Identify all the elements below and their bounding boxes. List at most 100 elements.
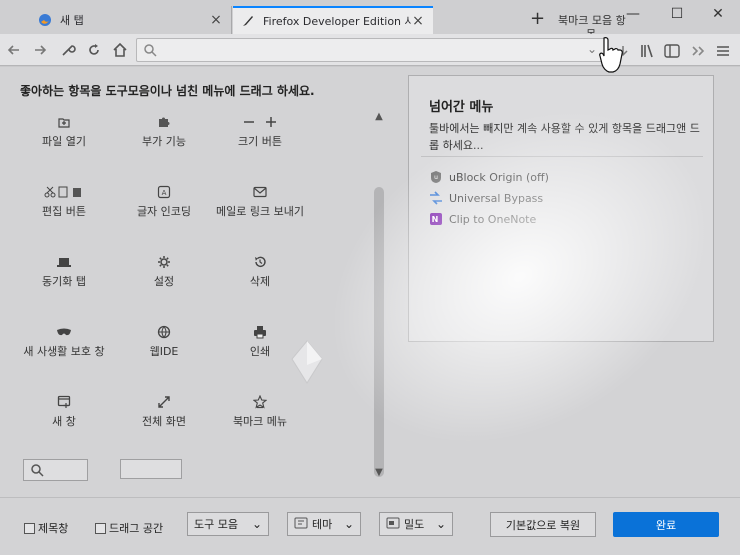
- wrench-icon[interactable]: [58, 40, 78, 60]
- palette-item-edit-controls[interactable]: 편집 버튼: [16, 183, 112, 219]
- restore-defaults-button[interactable]: 기본값으로 복원: [490, 512, 596, 537]
- palette-item-label: 설정: [153, 275, 175, 288]
- palette-item-synced-tabs[interactable]: 동기화 탭: [16, 253, 112, 289]
- forward-arrow-icon[interactable]: [30, 40, 50, 60]
- toolbars-dropdown[interactable]: 도구 모음 ⌄: [187, 512, 269, 536]
- mail-icon: [212, 183, 308, 201]
- onenote-icon: N: [429, 212, 443, 226]
- done-button[interactable]: 완료: [613, 512, 719, 537]
- close-window-icon[interactable]: ✕: [703, 6, 733, 22]
- palette-item-label: 새 사생활 보호 창: [23, 345, 105, 358]
- firefox-icon: [38, 13, 52, 27]
- overflow-chevron-icon[interactable]: [688, 41, 708, 61]
- overflow-divider: [421, 156, 703, 157]
- palette-item-new-window[interactable]: 새 창: [16, 393, 112, 429]
- svg-text:u: u: [434, 174, 438, 181]
- palette-item-flexible-space[interactable]: [120, 459, 182, 479]
- overflow-title: 넘어간 메뉴: [429, 100, 494, 115]
- search-icon: [143, 43, 157, 60]
- ublock-icon: u: [429, 170, 443, 184]
- titlebar-checkbox[interactable]: 제목창: [24, 520, 68, 536]
- address-bar[interactable]: ⌄: [136, 38, 606, 62]
- scroll-up-arrow-icon[interactable]: ▲: [372, 111, 386, 122]
- sidebar-icon[interactable]: [662, 41, 682, 61]
- library-icon[interactable]: [638, 41, 658, 61]
- svg-text:N: N: [432, 215, 439, 224]
- hamburger-menu-icon[interactable]: [713, 41, 733, 61]
- puzzle-icon: [116, 113, 212, 131]
- scrollbar-thumb[interactable]: [374, 187, 384, 477]
- palette-item-addons[interactable]: 부가 기능: [116, 113, 212, 149]
- palette-item-label: 파일 열기: [42, 135, 86, 148]
- palette-item-forget[interactable]: 삭제: [212, 253, 308, 289]
- customize-page: 좋아하는 항목을 도구모음이나 넘친 메뉴에 드래그 하세요. 파일 열기 부가…: [0, 0, 740, 555]
- new-tab-button[interactable]: +: [530, 8, 545, 29]
- overflow-item-onenote[interactable]: N Clip to OneNote: [429, 210, 536, 228]
- palette-item-bookmarks-menu[interactable]: 북마크 메뉴: [212, 393, 308, 429]
- download-arrow-icon[interactable]: [613, 41, 633, 61]
- webide-icon: [116, 323, 212, 341]
- edit-controls-icon: [16, 183, 112, 201]
- bypass-icon: [429, 191, 443, 205]
- gear-icon: [116, 253, 212, 271]
- back-arrow-icon[interactable]: [4, 40, 24, 60]
- overflow-item-universal-bypass[interactable]: Universal Bypass: [429, 189, 543, 207]
- palette-item-webide[interactable]: 웹IDE: [116, 323, 212, 359]
- customization-palette: 파일 열기 부가 기능 크기 버튼 편집 버튼 A 글자 인코딩 메일로 링크 …: [10, 107, 362, 483]
- density-label: 밀도: [404, 518, 425, 531]
- minimize-icon[interactable]: —: [618, 6, 648, 22]
- close-tab-icon[interactable]: ×: [411, 13, 425, 29]
- overflow-menu-panel: 넘어간 메뉴 툴바에서는 빼지만 계속 사용할 수 있게 항목을 드래그앤 드롭…: [408, 75, 714, 342]
- palette-item-label: 북마크 메뉴: [232, 415, 288, 428]
- palette-item-text-encoding[interactable]: A 글자 인코딩: [116, 183, 212, 219]
- checkbox-box[interactable]: [24, 522, 35, 534]
- tab-label: Firefox Developer Edition 사용: [263, 15, 411, 28]
- palette-item-label: 글자 인코딩: [136, 205, 192, 218]
- palette-item-label: 새 창: [52, 415, 76, 428]
- reload-icon[interactable]: [84, 40, 104, 60]
- synced-tabs-icon: [16, 253, 112, 271]
- scroll-down-arrow-icon[interactable]: ▼: [372, 467, 386, 478]
- palette-item-fullscreen[interactable]: 전체 화면: [116, 393, 212, 429]
- density-dropdown[interactable]: 밀도 ⌄: [379, 512, 453, 536]
- close-tab-icon[interactable]: ×: [209, 12, 223, 28]
- customize-footer: 제목창 드래그 공간 도구 모음 ⌄ 테마 ⌄ 밀도 ⌄ 기본값으로 복원 완료: [0, 497, 740, 555]
- toolbars-label: 도구 모음: [194, 518, 238, 531]
- overflow-item-label: Clip to OneNote: [449, 212, 537, 226]
- chevron-down-icon: ⌄: [435, 517, 446, 531]
- print-icon: [212, 323, 308, 341]
- themes-label: 테마: [312, 518, 333, 531]
- palette-item-preferences[interactable]: 설정: [116, 253, 212, 289]
- tab-new-tab[interactable]: 새 탭 ×: [30, 6, 232, 34]
- tab-developer-edition[interactable]: Firefox Developer Edition 사용 ×: [233, 6, 433, 34]
- chevron-down-icon: ⌄: [343, 517, 354, 531]
- home-icon[interactable]: [110, 40, 130, 60]
- palette-item-search[interactable]: [23, 459, 88, 481]
- maximize-icon[interactable]: ☐: [662, 6, 692, 22]
- titlebar-label: 제목창: [38, 522, 69, 535]
- palette-item-print[interactable]: 인쇄: [212, 323, 308, 359]
- chevron-down-icon[interactable]: ⌄: [587, 42, 597, 56]
- palette-item-label: 삭제: [249, 275, 271, 288]
- palette-item-label: 편집 버튼: [42, 205, 86, 218]
- tab-label: 새 탭: [60, 14, 84, 27]
- palette-item-open-file[interactable]: 파일 열기: [16, 113, 112, 149]
- svg-text:A: A: [162, 189, 167, 197]
- palette-item-zoom-controls[interactable]: 크기 버튼: [212, 113, 308, 149]
- text-encoding-icon: A: [116, 183, 212, 201]
- palette-item-label: 부가 기능: [142, 135, 186, 148]
- overflow-item-label: Universal Bypass: [449, 191, 544, 205]
- zoom-controls-icon: [212, 113, 308, 131]
- palette-item-label: 인쇄: [249, 345, 271, 358]
- palette-scrollbar[interactable]: ▲ ▼: [372, 111, 386, 478]
- themes-dropdown[interactable]: 테마 ⌄: [287, 512, 361, 536]
- forget-history-icon: [212, 253, 308, 271]
- overflow-item-ublock[interactable]: u uBlock Origin (off): [429, 168, 549, 186]
- overflow-item-label: uBlock Origin (off): [449, 170, 549, 184]
- checkbox-box[interactable]: [95, 522, 106, 534]
- palette-item-private-window[interactable]: 새 사생활 보호 창: [16, 323, 112, 359]
- new-window-icon: [16, 393, 112, 411]
- palette-item-email-link[interactable]: 메일로 링크 보내기: [212, 183, 308, 219]
- dragspace-checkbox[interactable]: 드래그 공간: [95, 520, 163, 536]
- palette-item-label: 웹IDE: [149, 345, 179, 358]
